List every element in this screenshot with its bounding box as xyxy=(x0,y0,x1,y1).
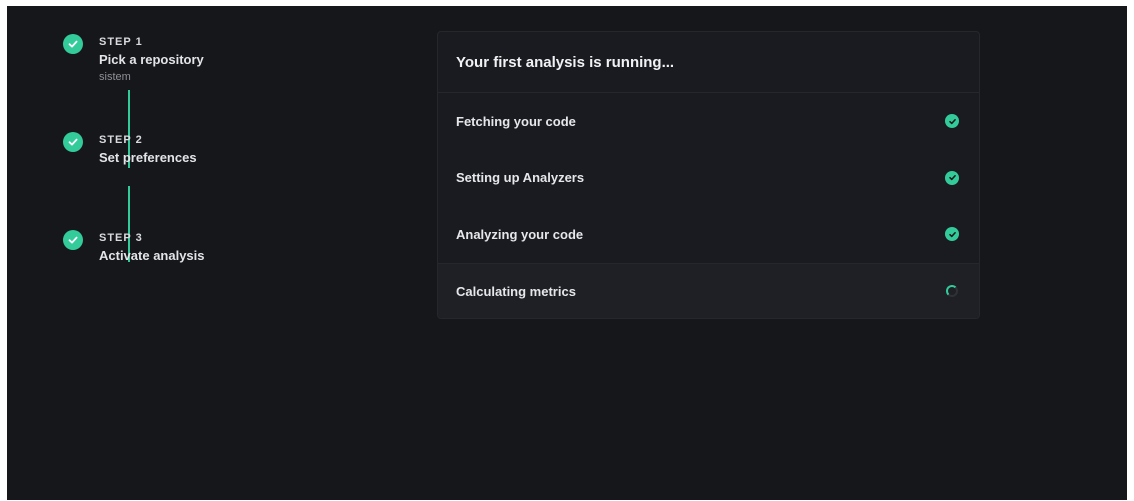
check-icon xyxy=(63,132,83,152)
step-subtitle: sistem xyxy=(99,71,131,83)
stepper-step-1: STEP 1 Pick a repository sistem xyxy=(63,34,323,94)
task-row: Analyzing your code xyxy=(438,206,979,263)
stepper-step-2: STEP 2 Set preferences xyxy=(63,132,323,192)
step-title: Pick a repository xyxy=(99,52,204,67)
task-label: Setting up Analyzers xyxy=(456,170,585,186)
step-title: Set preferences xyxy=(99,150,197,165)
check-circle-icon xyxy=(945,227,959,242)
stepper-step-3: STEP 3 Activate analysis xyxy=(63,230,323,290)
step-title: Activate analysis xyxy=(99,248,205,263)
step-number: STEP 3 xyxy=(99,232,143,244)
step-number: STEP 1 xyxy=(99,36,143,48)
card-header: Your first analysis is running... xyxy=(438,32,979,93)
task-row: Setting up Analyzers xyxy=(438,150,979,207)
check-circle-icon xyxy=(945,114,959,129)
card-title: Your first analysis is running... xyxy=(456,53,675,71)
analysis-progress-card: Your first analysis is running... Fetchi… xyxy=(437,31,980,319)
task-row-active: Calculating metrics xyxy=(438,262,979,318)
check-icon xyxy=(63,34,83,54)
app-window: STEP 1 Pick a repository sistem STEP 2 S… xyxy=(7,6,1127,500)
onboarding-stepper: STEP 1 Pick a repository sistem STEP 2 S… xyxy=(63,34,323,294)
spinner-icon xyxy=(945,284,959,298)
task-label: Calculating metrics xyxy=(456,283,576,299)
check-circle-icon xyxy=(945,170,959,185)
task-label: Analyzing your code xyxy=(456,226,584,242)
task-row: Fetching your code xyxy=(438,93,979,150)
step-number: STEP 2 xyxy=(99,134,143,146)
task-label: Fetching your code xyxy=(456,113,576,129)
check-icon xyxy=(63,230,83,250)
